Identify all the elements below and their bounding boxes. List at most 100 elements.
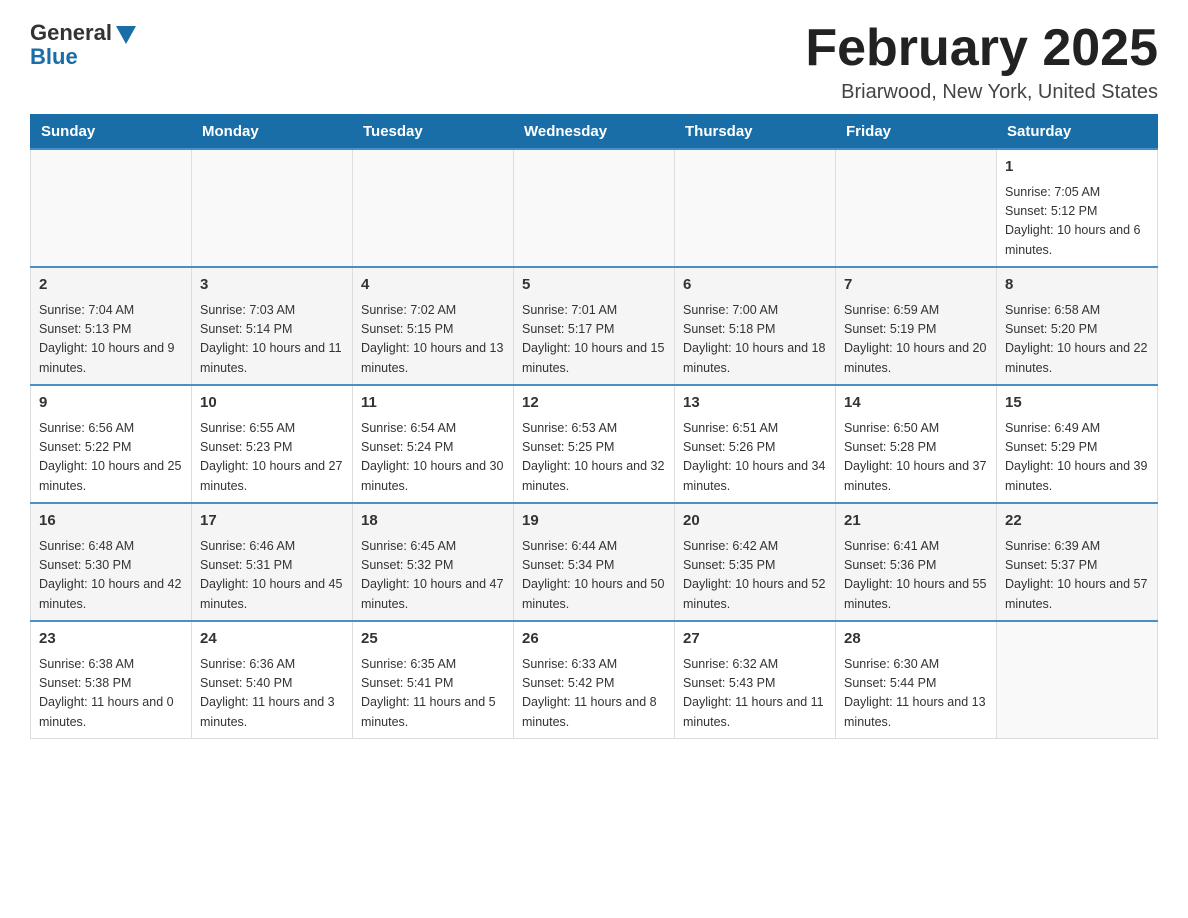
calendar-cell: 19 Sunrise: 6:44 AM Sunset: 5:34 PM Dayli… (514, 503, 675, 621)
logo: General Blue (30, 20, 136, 70)
day-number: 3 (200, 274, 344, 297)
calendar-cell (997, 621, 1158, 739)
day-info: Sunrise: 6:59 AM Sunset: 5:19 PM Dayligh… (844, 301, 988, 379)
day-info: Sunrise: 7:00 AM Sunset: 5:18 PM Dayligh… (683, 301, 827, 379)
calendar-cell: 2Sunrise: 7:04 AM Sunset: 5:13 PM Daylig… (31, 267, 192, 385)
day-number: 18 (361, 510, 505, 533)
day-info: Sunrise: 6:45 AM Sunset: 5:32 PM Dayligh… (361, 537, 505, 615)
day-info: Sunrise: 6:49 AM Sunset: 5:29 PM Dayligh… (1005, 419, 1149, 497)
calendar-cell: 5 Sunrise: 7:01 AM Sunset: 5:17 PM Daylig… (514, 267, 675, 385)
logo-general-text: General (30, 20, 112, 46)
weekday-header-row: SundayMondayTuesdayWednesdayThursdayFrid… (31, 115, 1158, 150)
calendar-cell: 20 Sunrise: 6:42 AM Sunset: 5:35 PM Dayli… (675, 503, 836, 621)
calendar-cell: 9Sunrise: 6:56 AM Sunset: 5:22 PM Daylig… (31, 385, 192, 503)
calendar-cell: 3 Sunrise: 7:03 AM Sunset: 5:14 PM Daylig… (192, 267, 353, 385)
day-number: 1 (1005, 156, 1149, 179)
calendar-cell: 10 Sunrise: 6:55 AM Sunset: 5:23 PM Dayli… (192, 385, 353, 503)
calendar-cell: 21 Sunrise: 6:41 AM Sunset: 5:36 PM Dayli… (836, 503, 997, 621)
calendar-cell: 11 Sunrise: 6:54 AM Sunset: 5:24 PM Dayli… (353, 385, 514, 503)
calendar-cell: 26 Sunrise: 6:33 AM Sunset: 5:42 PM Dayli… (514, 621, 675, 739)
day-info: Sunrise: 6:30 AM Sunset: 5:44 PM Dayligh… (844, 655, 988, 733)
day-number: 26 (522, 628, 666, 651)
calendar-cell: 16Sunrise: 6:48 AM Sunset: 5:30 PM Dayli… (31, 503, 192, 621)
calendar-cell: 14 Sunrise: 6:50 AM Sunset: 5:28 PM Dayli… (836, 385, 997, 503)
day-number: 17 (200, 510, 344, 533)
day-number: 28 (844, 628, 988, 651)
calendar-cell: 17 Sunrise: 6:46 AM Sunset: 5:31 PM Dayli… (192, 503, 353, 621)
day-info: Sunrise: 6:36 AM Sunset: 5:40 PM Dayligh… (200, 655, 344, 733)
day-info: Sunrise: 6:44 AM Sunset: 5:34 PM Dayligh… (522, 537, 666, 615)
calendar-cell (675, 149, 836, 267)
calendar-cell: 15 Sunrise: 6:49 AM Sunset: 5:29 PM Dayli… (997, 385, 1158, 503)
day-info: Sunrise: 6:39 AM Sunset: 5:37 PM Dayligh… (1005, 537, 1149, 615)
weekday-header-monday: Monday (192, 115, 353, 150)
day-info: Sunrise: 6:55 AM Sunset: 5:23 PM Dayligh… (200, 419, 344, 497)
day-info: Sunrise: 6:33 AM Sunset: 5:42 PM Dayligh… (522, 655, 666, 733)
day-info: Sunrise: 6:46 AM Sunset: 5:31 PM Dayligh… (200, 537, 344, 615)
day-info: Sunrise: 6:42 AM Sunset: 5:35 PM Dayligh… (683, 537, 827, 615)
week-row-2: 2Sunrise: 7:04 AM Sunset: 5:13 PM Daylig… (31, 267, 1158, 385)
day-info: Sunrise: 6:50 AM Sunset: 5:28 PM Dayligh… (844, 419, 988, 497)
calendar-cell: 7 Sunrise: 6:59 AM Sunset: 5:19 PM Daylig… (836, 267, 997, 385)
day-number: 12 (522, 392, 666, 415)
weekday-header-saturday: Saturday (997, 115, 1158, 150)
calendar-cell: 23Sunrise: 6:38 AM Sunset: 5:38 PM Dayli… (31, 621, 192, 739)
calendar-table: SundayMondayTuesdayWednesdayThursdayFrid… (30, 114, 1158, 739)
week-row-4: 16Sunrise: 6:48 AM Sunset: 5:30 PM Dayli… (31, 503, 1158, 621)
calendar-cell (31, 149, 192, 267)
calendar-cell: 12 Sunrise: 6:53 AM Sunset: 5:25 PM Dayli… (514, 385, 675, 503)
day-number: 23 (39, 628, 183, 651)
calendar-cell: 27 Sunrise: 6:32 AM Sunset: 5:43 PM Dayli… (675, 621, 836, 739)
day-info: Sunrise: 7:04 AM Sunset: 5:13 PM Dayligh… (39, 301, 183, 379)
calendar-cell (836, 149, 997, 267)
weekday-header-friday: Friday (836, 115, 997, 150)
calendar-cell: 25 Sunrise: 6:35 AM Sunset: 5:41 PM Dayli… (353, 621, 514, 739)
day-info: Sunrise: 7:03 AM Sunset: 5:14 PM Dayligh… (200, 301, 344, 379)
day-info: Sunrise: 7:05 AM Sunset: 5:12 PM Dayligh… (1005, 183, 1149, 261)
calendar-cell: 1 Sunrise: 7:05 AM Sunset: 5:12 PM Daylig… (997, 149, 1158, 267)
calendar-cell: 22 Sunrise: 6:39 AM Sunset: 5:37 PM Dayli… (997, 503, 1158, 621)
day-number: 20 (683, 510, 827, 533)
day-info: Sunrise: 6:54 AM Sunset: 5:24 PM Dayligh… (361, 419, 505, 497)
calendar-cell: 4 Sunrise: 7:02 AM Sunset: 5:15 PM Daylig… (353, 267, 514, 385)
day-number: 15 (1005, 392, 1149, 415)
day-number: 7 (844, 274, 988, 297)
day-number: 10 (200, 392, 344, 415)
page-header: General Blue February 2025 Briarwood, Ne… (30, 20, 1158, 104)
day-number: 8 (1005, 274, 1149, 297)
month-title: February 2025 (805, 20, 1158, 77)
logo-triangle-icon (116, 26, 136, 44)
day-number: 5 (522, 274, 666, 297)
calendar-cell (192, 149, 353, 267)
title-block: February 2025 Briarwood, New York, Unite… (805, 20, 1158, 104)
day-number: 21 (844, 510, 988, 533)
calendar-header: SundayMondayTuesdayWednesdayThursdayFrid… (31, 115, 1158, 150)
day-number: 25 (361, 628, 505, 651)
day-info: Sunrise: 6:32 AM Sunset: 5:43 PM Dayligh… (683, 655, 827, 733)
week-row-3: 9Sunrise: 6:56 AM Sunset: 5:22 PM Daylig… (31, 385, 1158, 503)
day-info: Sunrise: 7:02 AM Sunset: 5:15 PM Dayligh… (361, 301, 505, 379)
day-info: Sunrise: 6:41 AM Sunset: 5:36 PM Dayligh… (844, 537, 988, 615)
calendar-cell: 18 Sunrise: 6:45 AM Sunset: 5:32 PM Dayli… (353, 503, 514, 621)
day-number: 6 (683, 274, 827, 297)
calendar-cell: 8 Sunrise: 6:58 AM Sunset: 5:20 PM Daylig… (997, 267, 1158, 385)
weekday-header-sunday: Sunday (31, 115, 192, 150)
day-number: 24 (200, 628, 344, 651)
logo-blue-text: Blue (30, 44, 78, 70)
day-number: 27 (683, 628, 827, 651)
calendar-cell: 28 Sunrise: 6:30 AM Sunset: 5:44 PM Dayli… (836, 621, 997, 739)
calendar-cell: 13Sunrise: 6:51 AM Sunset: 5:26 PM Dayli… (675, 385, 836, 503)
day-info: Sunrise: 6:58 AM Sunset: 5:20 PM Dayligh… (1005, 301, 1149, 379)
day-number: 16 (39, 510, 183, 533)
day-number: 14 (844, 392, 988, 415)
day-number: 4 (361, 274, 505, 297)
day-number: 19 (522, 510, 666, 533)
day-number: 13 (683, 392, 827, 415)
day-number: 22 (1005, 510, 1149, 533)
calendar-cell: 24 Sunrise: 6:36 AM Sunset: 5:40 PM Dayli… (192, 621, 353, 739)
day-info: Sunrise: 7:01 AM Sunset: 5:17 PM Dayligh… (522, 301, 666, 379)
day-info: Sunrise: 6:35 AM Sunset: 5:41 PM Dayligh… (361, 655, 505, 733)
day-number: 11 (361, 392, 505, 415)
day-info: Sunrise: 6:53 AM Sunset: 5:25 PM Dayligh… (522, 419, 666, 497)
calendar-cell: 6 Sunrise: 7:00 AM Sunset: 5:18 PM Daylig… (675, 267, 836, 385)
